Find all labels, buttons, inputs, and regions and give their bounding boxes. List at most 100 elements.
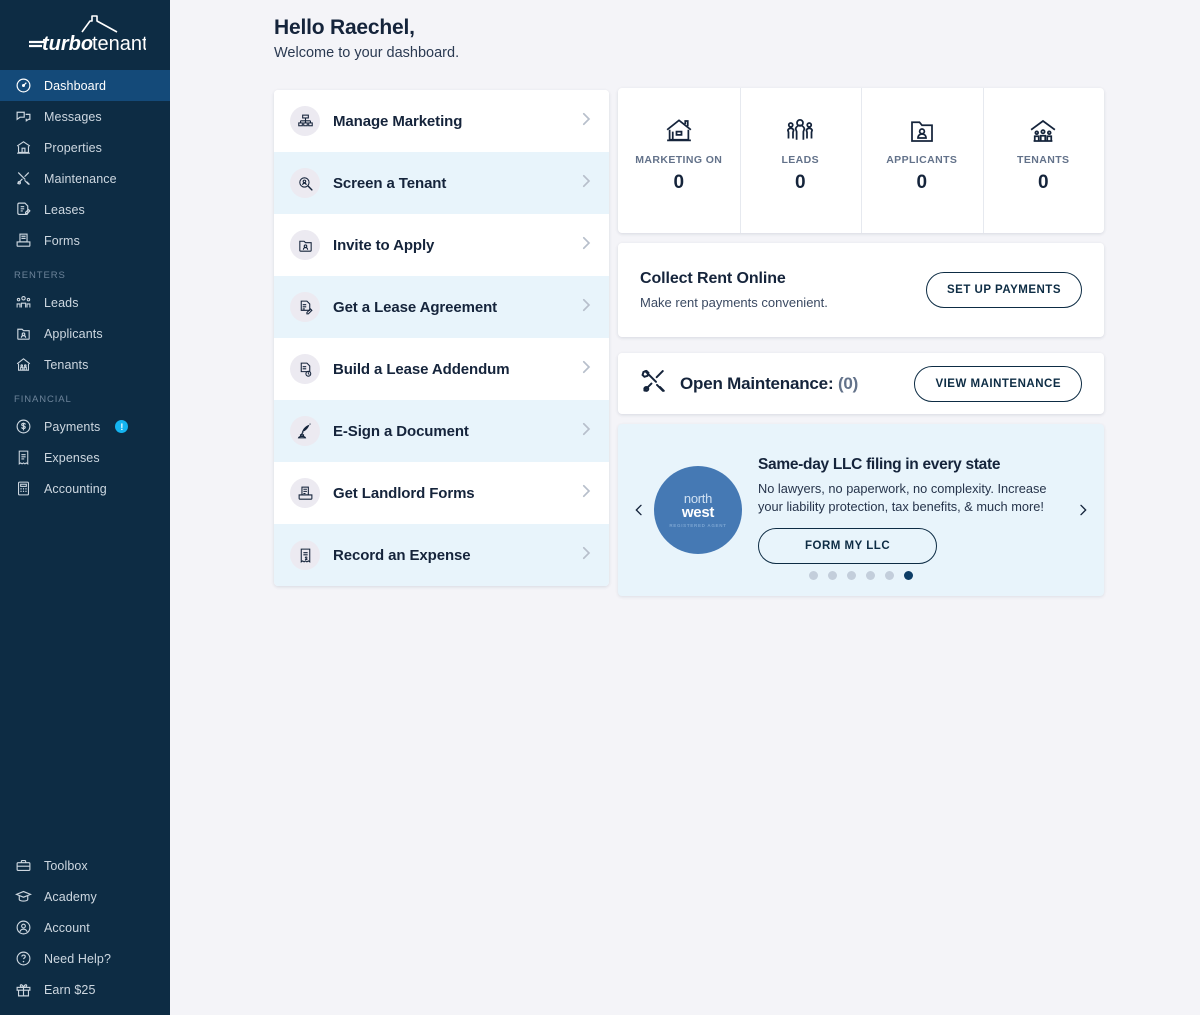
sidebar-item-label: Accounting [44,482,107,496]
sidebar-item-dashboard[interactable]: Dashboard [0,70,170,101]
graduation-cap-icon [14,887,33,906]
page-subtitle: Welcome to your dashboard. [274,45,459,61]
sidebar-item-label: Earn $25 [44,983,96,997]
tools-icon [640,367,668,400]
chevron-right-icon [577,172,595,195]
carousel-dot[interactable] [847,571,856,580]
folder-person-icon [14,324,33,343]
sidebar-item-label: Properties [44,141,102,155]
stat-tenants[interactable]: TENANTS 0 [983,88,1105,233]
sidebar-item-account[interactable]: Account [0,912,170,943]
action-label: Get a Lease Agreement [333,299,497,316]
tools-icon [14,169,33,188]
collect-rent-card: Collect Rent Online Make rent payments c… [618,243,1104,337]
svg-text:tenant: tenant [92,33,146,55]
sidebar-section-financial: FINANCIAL [0,394,170,405]
action-row-get-landlord-forms[interactable]: Get Landlord Forms [274,462,609,524]
sidebar-item-leases[interactable]: Leases [0,194,170,225]
sidebar-item-label: Dashboard [44,79,106,93]
action-label: Screen a Tenant [333,175,446,192]
sidebar-item-expenses[interactable]: Expenses [0,442,170,473]
stat-leads[interactable]: LEADS 0 [740,88,862,233]
promo-slide: north west REGISTERED AGENT Same-day LLC… [650,456,1072,564]
northwest-logo-line1: north [684,492,712,505]
action-row-screen-a-tenant[interactable]: Screen a Tenant [274,152,609,214]
action-row-e-sign-a-document[interactable]: E-Sign a Document [274,400,609,462]
document-pen-icon [290,292,320,322]
dollar-circle-icon [14,417,33,436]
sidebar-item-label: Need Help? [44,952,111,966]
receipt-icon [14,448,33,467]
chevron-right-icon [577,358,595,381]
building-icon [14,138,33,157]
stat-marketing-on[interactable]: MARKETING ON 0 [618,88,740,233]
summary-stats-card: MARKETING ON 0 LEADS 0 APPLICANTS [618,88,1104,233]
promo-carousel: north west REGISTERED AGENT Same-day LLC… [618,424,1104,596]
sidebar-item-need-help[interactable]: Need Help? [0,943,170,974]
view-maintenance-button[interactable]: VIEW MAINTENANCE [914,366,1082,402]
gift-icon [14,980,33,999]
sidebar-item-academy[interactable]: Academy [0,881,170,912]
sidebar-item-label: Leads [44,296,79,310]
calculator-icon [14,479,33,498]
forms-tray-icon [290,478,320,508]
sidebar-item-forms[interactable]: Forms [0,225,170,256]
chevron-left-icon [631,500,647,520]
sidebar-item-label: Academy [44,890,97,904]
sidebar-item-label: Account [44,921,90,935]
carousel-prev-button[interactable] [628,500,650,520]
promo-text: Same-day LLC filing in every state No la… [758,456,1072,564]
chevron-right-icon [577,234,595,257]
carousel-next-button[interactable] [1072,500,1094,520]
carousel-dot[interactable] [885,571,894,580]
sidebar-item-tenants[interactable]: Tenants [0,349,170,380]
action-label: Invite to Apply [333,237,434,254]
action-row-invite-to-apply[interactable]: Invite to Apply [274,214,609,276]
form-my-llc-button[interactable]: FORM MY LLC [758,528,937,564]
action-row-manage-marketing[interactable]: Manage Marketing [274,90,609,152]
sidebar-item-label: Toolbox [44,859,88,873]
people-group-icon [14,293,33,312]
promo-title: Same-day LLC filing in every state [758,456,1072,474]
sidebar-item-properties[interactable]: Properties [0,132,170,163]
carousel-dot[interactable] [866,571,875,580]
stat-label: TENANTS [1017,154,1069,166]
house-people-icon [1027,112,1059,146]
collect-rent-title: Collect Rent Online [640,270,828,288]
chevron-right-icon [577,110,595,133]
action-row-record-an-expense[interactable]: Record an Expense [274,524,609,586]
sidebar-item-label: Applicants [44,327,103,341]
forms-tray-icon [14,231,33,250]
maintenance-title-text: Open Maintenance: [680,374,833,393]
sidebar-item-leads[interactable]: Leads [0,287,170,318]
svg-text:turbo: turbo [42,33,93,55]
sidebar-item-messages[interactable]: Messages [0,101,170,132]
carousel-dot[interactable] [828,571,837,580]
sidebar-item-label: Forms [44,234,80,248]
action-row-build-a-lease-addendum[interactable]: Build a Lease Addendum [274,338,609,400]
page-title: Hello Raechel, [274,16,459,40]
sidebar-section-renters: RENTERS [0,270,170,281]
sitemap-icon [290,106,320,136]
sidebar-item-toolbox[interactable]: Toolbox [0,850,170,881]
house-people-icon [14,355,33,374]
sidebar-item-label: Messages [44,110,102,124]
payments-alert-badge: ! [115,420,128,433]
sidebar-item-applicants[interactable]: Applicants [0,318,170,349]
northwest-logo-line2: west [682,505,714,522]
carousel-dot-active[interactable] [904,571,913,580]
sidebar: turbo tenant Dashboard Messages [0,0,170,1015]
folder-person-icon [906,112,938,146]
action-row-get-a-lease-agreement[interactable]: Get a Lease Agreement [274,276,609,338]
chat-bubbles-icon [14,107,33,126]
set-up-payments-button[interactable]: SET UP PAYMENTS [926,272,1082,308]
folder-person-icon [290,230,320,260]
app-logo[interactable]: turbo tenant [0,0,170,70]
people-group-icon [784,112,816,146]
sidebar-item-accounting[interactable]: Accounting [0,473,170,504]
sidebar-item-earn-25[interactable]: Earn $25 [0,974,170,1005]
sidebar-item-payments[interactable]: Payments ! [0,411,170,442]
stat-applicants[interactable]: APPLICANTS 0 [861,88,983,233]
sidebar-item-maintenance[interactable]: Maintenance [0,163,170,194]
carousel-dot[interactable] [809,571,818,580]
